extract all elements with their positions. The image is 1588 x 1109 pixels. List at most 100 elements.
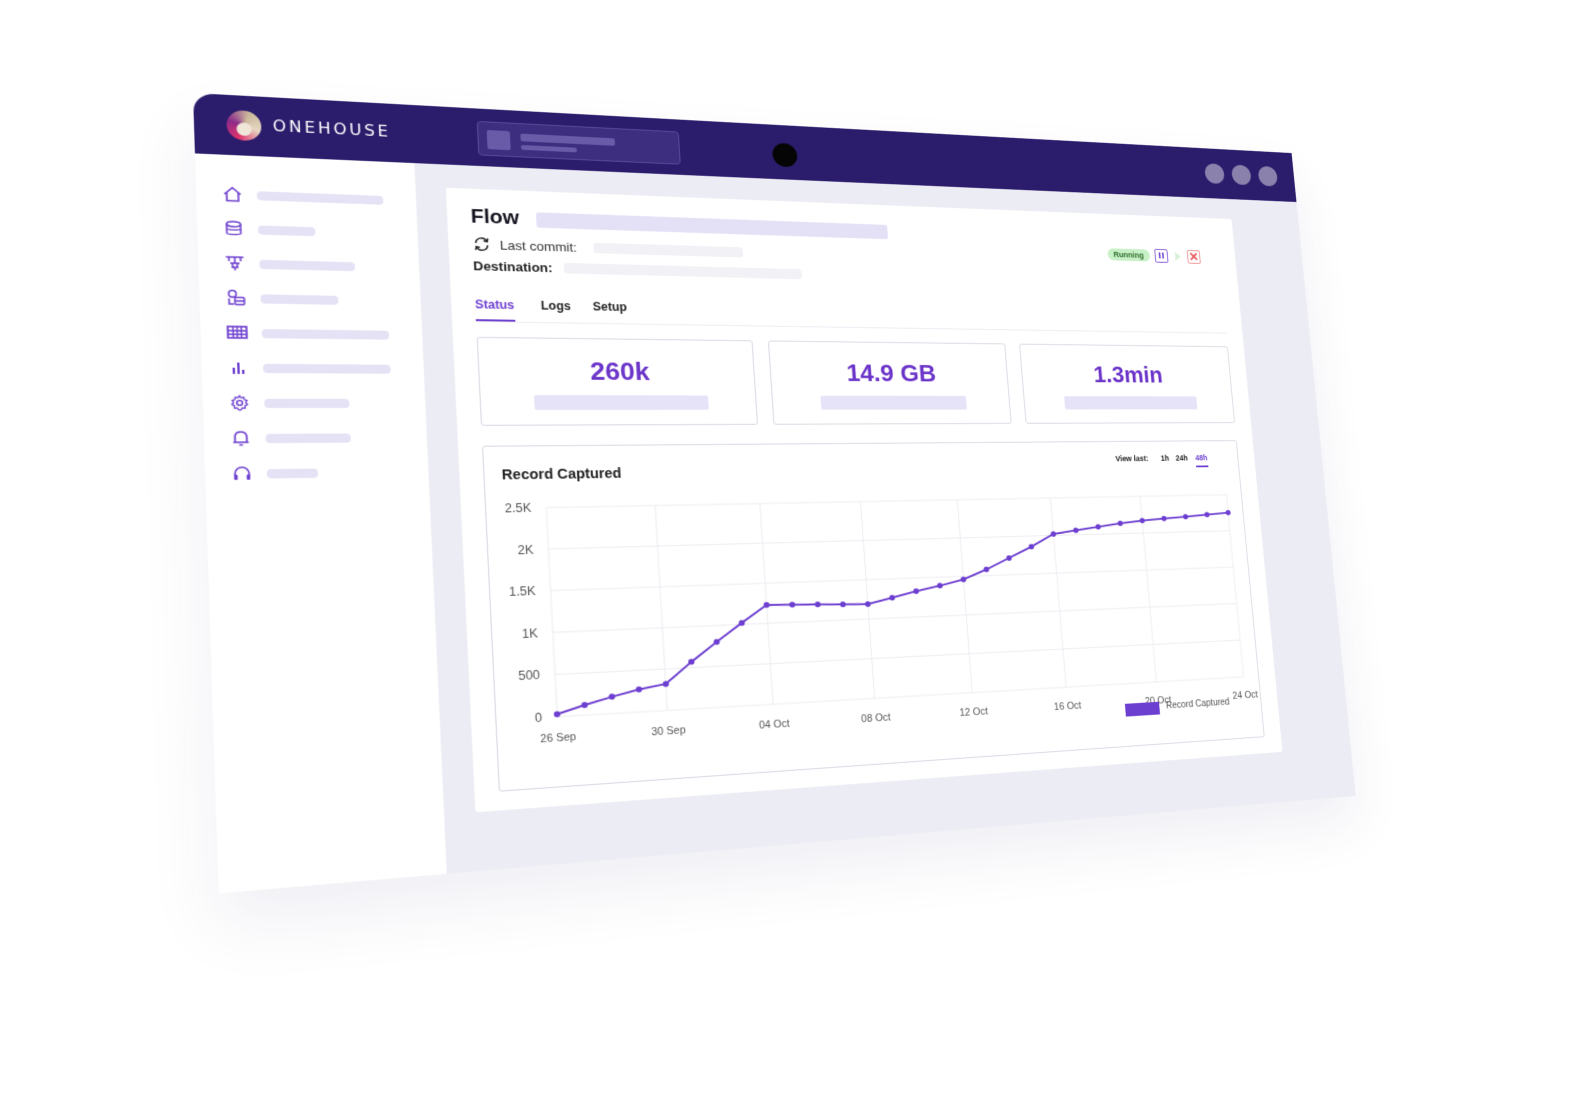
sidebar-label-placeholder — [265, 433, 351, 444]
data-point — [1073, 527, 1079, 534]
sidebar-label-placeholder — [260, 294, 339, 305]
x-tick-label: 16 Oct — [1054, 700, 1083, 713]
project-selector[interactable] — [476, 120, 681, 165]
sidebar-item-metrics[interactable] — [228, 358, 391, 379]
destination-label: Destination: — [472, 258, 553, 276]
settings-avatar-icon[interactable] — [1257, 165, 1279, 187]
tab-setup[interactable]: Setup — [592, 300, 627, 322]
data-point — [1204, 511, 1210, 518]
data-point — [960, 576, 967, 583]
sidebar-item-pipelines[interactable] — [224, 254, 356, 274]
grid-line-vertical — [1050, 498, 1066, 687]
status-badge: Running — [1107, 248, 1151, 262]
bell-icon — [230, 429, 252, 448]
stat-value: 260k — [589, 356, 651, 386]
series-line-record-captured — [547, 513, 1243, 715]
grid-line-vertical — [546, 508, 557, 717]
grid-line-vertical — [1226, 495, 1243, 677]
line-chart: 0 500 1K 1.5K 2K 2.5K 26 Sep 30 Sep 04 Oct 08 Oct… — [505, 441, 1259, 745]
laptop-frame: ONEHOUSE Flow Last commit: Destination: … — [0, 0, 1588, 1109]
data-point — [635, 686, 643, 693]
sidebar — [194, 153, 447, 894]
sidebar-label-placeholder — [264, 398, 350, 409]
project-subtitle-placeholder — [520, 145, 577, 153]
range-option-1h[interactable]: 1h — [1160, 454, 1169, 466]
product-mockup-scene: ONEHOUSE Flow Last commit: Destination: … — [0, 0, 1588, 1109]
user-avatar-icon[interactable] — [1204, 163, 1226, 185]
data-point — [1161, 515, 1167, 522]
record-captured-chart-card: 0 500 1K 1.5K 2K 2.5K 26 Sep 30 Sep 04 Oct 08 Oct… — [481, 440, 1265, 792]
headset-icon — [231, 464, 253, 480]
grid-line-vertical — [861, 502, 875, 699]
data-point — [936, 582, 943, 589]
y-tick-label: 2.5K — [505, 501, 532, 515]
notifications-avatar-icon[interactable] — [1230, 164, 1252, 186]
gear-icon — [229, 394, 251, 413]
sidebar-label-placeholder — [259, 259, 356, 272]
stop-button[interactable] — [1186, 249, 1201, 264]
last-commit-label: Last commit: — [499, 237, 578, 255]
data-point — [1182, 513, 1189, 520]
data-point — [913, 588, 920, 595]
data-point — [1095, 524, 1101, 530]
stat-card: 14.9 GB — [767, 340, 1012, 425]
range-option-24h[interactable]: 24h — [1175, 454, 1188, 466]
data-point — [864, 601, 871, 608]
sidebar-item-notifications[interactable] — [230, 429, 351, 450]
data-point — [1225, 510, 1231, 516]
legend-swatch — [1124, 701, 1161, 717]
sidebar-item-tables[interactable] — [226, 323, 390, 344]
sidebar-item-support[interactable] — [231, 464, 319, 485]
flow-detail-panel: Flow Last commit: Destination: Running S… — [445, 187, 1283, 813]
sidebar-item-data-sources[interactable] — [225, 289, 339, 309]
sidebar-label-placeholder — [257, 225, 316, 237]
data-point — [1117, 520, 1124, 527]
stat-label-placeholder — [1064, 396, 1198, 410]
onehouse-logo-icon[interactable] — [226, 109, 262, 142]
y-tick-label: 2K — [517, 543, 534, 557]
data-point — [1139, 517, 1145, 524]
page-title: Flow — [470, 206, 520, 229]
data-point — [814, 601, 821, 608]
sidebar-label-placeholder — [256, 191, 384, 205]
y-tick-label: 0 — [535, 711, 543, 725]
view-last-label: View last: — [1115, 453, 1149, 464]
home-icon — [223, 186, 242, 203]
flow-name-placeholder — [535, 212, 889, 240]
sidebar-item-home[interactable] — [222, 185, 384, 205]
sidebar-item-databases[interactable] — [223, 219, 316, 239]
x-tick-label: 08 Oct — [861, 712, 892, 725]
chart-title: Record Captured — [501, 465, 622, 483]
tab-logs[interactable]: Logs — [540, 299, 571, 321]
bar-chart-icon — [228, 358, 250, 377]
x-tick-label: 04 Oct — [759, 718, 791, 731]
pause-button[interactable] — [1154, 248, 1169, 263]
x-tick-label: 30 Sep — [651, 724, 686, 738]
grid-line-horizontal — [555, 640, 1240, 674]
project-avatar-placeholder — [486, 129, 511, 151]
data-point — [581, 701, 588, 709]
play-button[interactable] — [1171, 249, 1185, 263]
x-tick-label: 24 Oct — [1232, 689, 1259, 701]
data-point — [889, 594, 896, 601]
sidebar-label-placeholder — [262, 363, 391, 374]
grid-line-horizontal — [546, 495, 1226, 508]
x-tick-label: 26 Sep — [540, 731, 576, 745]
y-tick-label: 1.5K — [509, 584, 536, 599]
data-point — [789, 601, 796, 608]
app-screen: ONEHOUSE Flow Last commit: Destination: … — [193, 93, 1356, 894]
range-option-48h[interactable]: 48h — [1194, 453, 1209, 468]
stat-value: 1.3min — [1092, 361, 1164, 388]
tab-status[interactable]: Status — [474, 297, 516, 322]
grid-line-vertical — [957, 500, 972, 693]
stat-label-placeholder — [820, 395, 967, 410]
sidebar-item-settings[interactable] — [229, 394, 350, 415]
last-commit-value-placeholder — [593, 242, 744, 258]
grid-line-horizontal — [553, 603, 1237, 632]
brand-name[interactable]: ONEHOUSE — [272, 117, 391, 141]
stat-value: 14.9 GB — [845, 358, 937, 387]
data-point — [839, 601, 846, 608]
database-icon — [225, 220, 242, 235]
project-name-placeholder — [520, 133, 616, 146]
tab-bar: Status Logs Setup — [474, 293, 1227, 334]
